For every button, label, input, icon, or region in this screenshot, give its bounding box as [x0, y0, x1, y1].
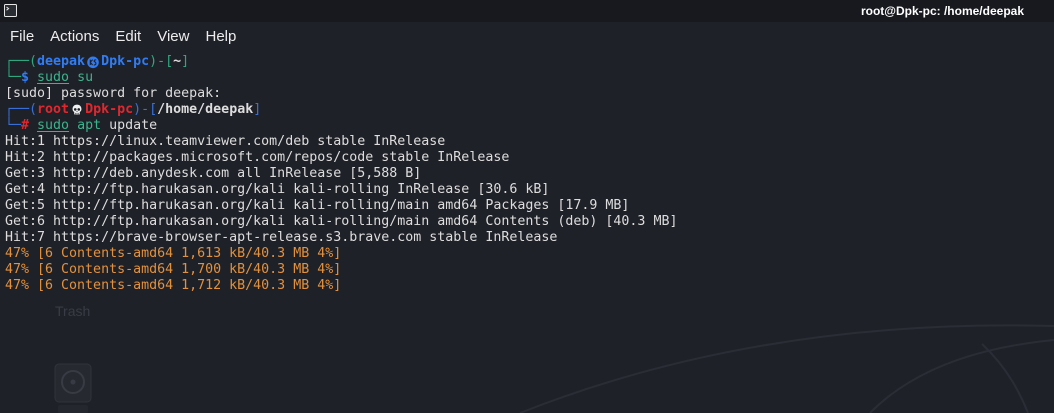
command-arg: update: [109, 118, 158, 133]
prompt-line-user-top: ┌──( deepak Dpk-pc )-[ ~ ]: [5, 54, 1054, 70]
prompt-cwd: ~: [173, 54, 182, 69]
command-sudo: sudo: [37, 118, 70, 133]
prompt-hostname: Dpk-pc: [101, 54, 150, 69]
command-name: su: [77, 70, 94, 85]
prompt-line-root-top: ┌──( root Dpk-pc )-[ /home/deepak ]: [5, 102, 1054, 118]
terminal-output-line: Hit:1 https://linux.teamviewer.com/deb s…: [5, 134, 446, 149]
prompt-line-user-command: └─ $ sudo su: [5, 70, 1054, 86]
window-title: root@Dpk-pc: /home/deepak: [860, 4, 1024, 18]
terminal-output-line: Hit:7 https://brave-browser-apt-release.…: [5, 230, 558, 245]
prompt-corner-bottom: └─: [5, 70, 22, 85]
prompt-hostname: Dpk-pc: [85, 102, 134, 117]
prompt-cwd: /home/deepak: [157, 102, 254, 117]
terminal-viewport[interactable]: ┌──( deepak Dpk-pc )-[ ~ ] └─ $ sudo su …: [0, 52, 1054, 413]
korean-mark-icon: [85, 54, 101, 70]
prompt-path-close: ]: [253, 102, 262, 117]
menu-help[interactable]: Help: [197, 22, 244, 52]
download-progress-line: 47% [6 Contents-amd64 1,712 kB/40.3 MB 4…: [5, 278, 342, 293]
command-sudo: sudo: [37, 70, 70, 85]
prompt-username: root: [37, 102, 70, 117]
terminal-output-line: Hit:2 http://packages.microsoft.com/repo…: [5, 150, 510, 165]
prompt-path-close: ]: [181, 54, 190, 69]
prompt-line-root-command: └─ # sudo apt update: [5, 118, 1054, 134]
prompt-corner-top: ┌──(: [5, 102, 38, 117]
prompt-symbol: $: [21, 70, 30, 85]
title-bar: root@Dpk-pc: /home/deepak: [0, 0, 1054, 22]
prompt-corner-bottom: └─: [5, 118, 22, 133]
menu-bar: File Actions Edit View Help: [0, 22, 1054, 52]
prompt-path-open: )-[: [149, 54, 174, 69]
prompt-corner-top: ┌──(: [5, 54, 38, 69]
prompt-symbol: #: [21, 118, 30, 133]
prompt-path-open: )-[: [133, 102, 158, 117]
terminal-output-line: Get:4 http://ftp.harukasan.org/kali kali…: [5, 182, 550, 197]
terminal-output-line: Get:5 http://ftp.harukasan.org/kali kali…: [5, 198, 630, 213]
prompt-username: deepak: [37, 54, 86, 69]
password-prompt-line: [sudo] password for deepak:: [5, 86, 222, 101]
skull-icon: [69, 102, 85, 118]
download-progress-line: 47% [6 Contents-amd64 1,613 kB/40.3 MB 4…: [5, 246, 342, 261]
menu-edit[interactable]: Edit: [107, 22, 149, 52]
terminal-icon[interactable]: [4, 4, 17, 17]
menu-actions[interactable]: Actions: [42, 22, 107, 52]
command-name: apt: [77, 118, 102, 133]
download-progress-line: 47% [6 Contents-amd64 1,700 kB/40.3 MB 4…: [5, 262, 342, 277]
terminal-output-line: Get:6 http://ftp.harukasan.org/kali kali…: [5, 214, 678, 229]
menu-view[interactable]: View: [149, 22, 197, 52]
menu-file[interactable]: File: [2, 22, 42, 52]
terminal-output-line: Get:3 http://deb.anydesk.com all InRelea…: [5, 166, 422, 181]
